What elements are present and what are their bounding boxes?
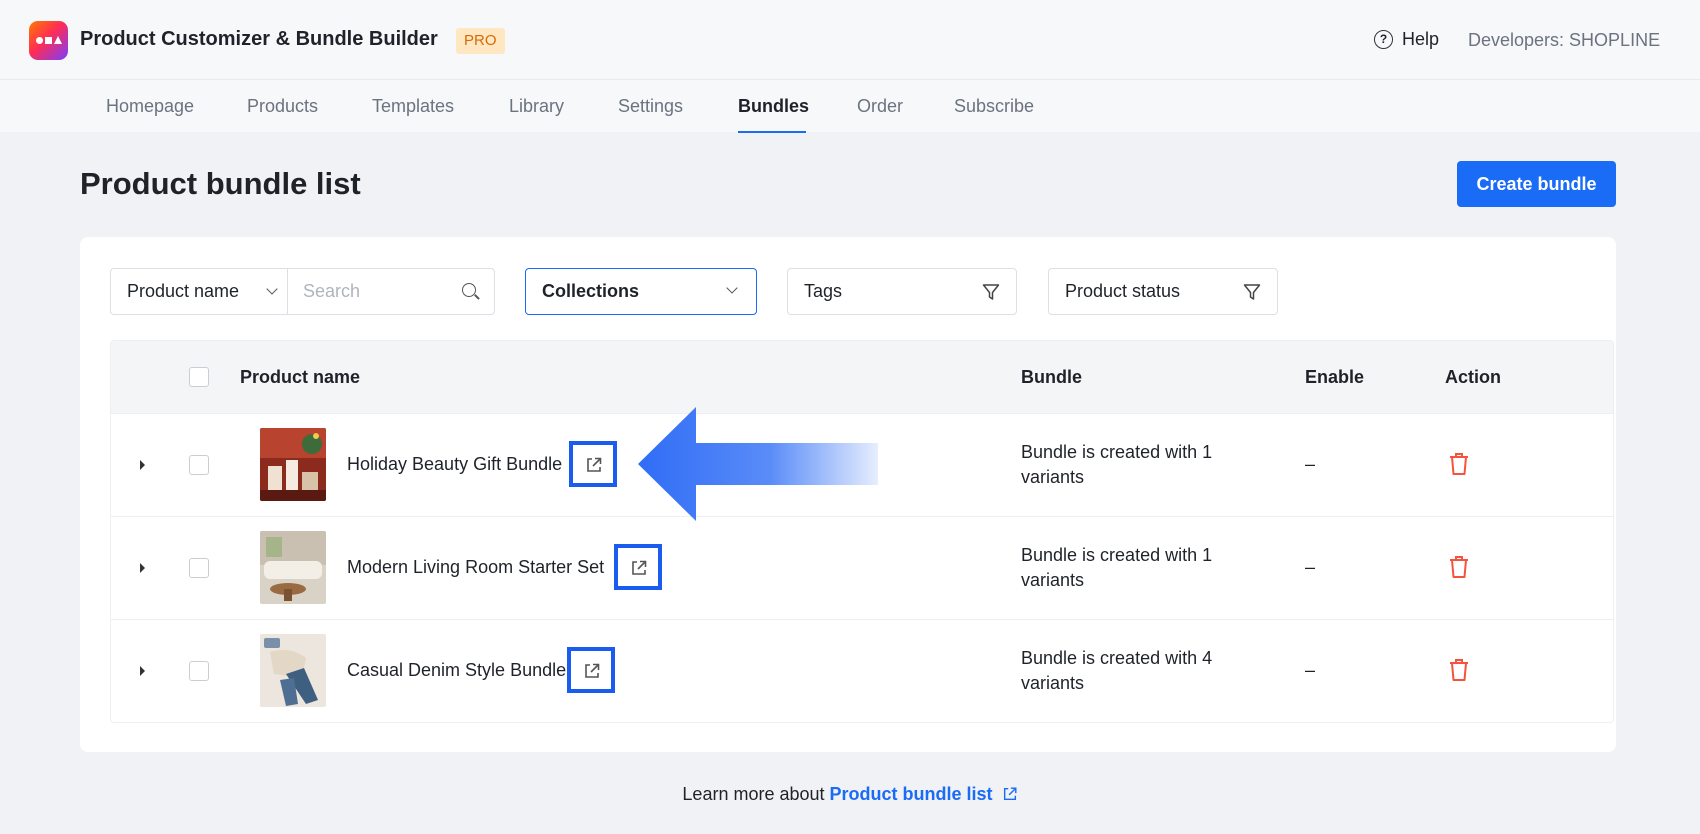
tab-settings[interactable]: Settings bbox=[618, 96, 683, 117]
tab-products[interactable]: Products bbox=[247, 96, 318, 117]
enable-value: – bbox=[1305, 454, 1316, 474]
chevron-down-icon bbox=[726, 282, 738, 294]
bundle-info: Bundle is created with 4 variants bbox=[1021, 648, 1213, 693]
trash-icon[interactable] bbox=[1448, 451, 1470, 477]
external-link-icon[interactable] bbox=[569, 441, 617, 487]
help-label: Help bbox=[1402, 29, 1440, 49]
tab-templates[interactable]: Templates bbox=[372, 96, 454, 117]
chevron-down-icon bbox=[266, 283, 278, 295]
external-link-icon bbox=[1003, 787, 1017, 801]
tab-bundles[interactable]: Bundles bbox=[738, 96, 809, 117]
tab-library[interactable]: Library bbox=[509, 96, 564, 117]
arrow-annotation-icon bbox=[638, 407, 878, 521]
filter-icon bbox=[982, 284, 1000, 300]
product-status-filter[interactable]: Product status bbox=[1048, 268, 1278, 315]
bundle-info: Bundle is created with 1 variants bbox=[1021, 545, 1213, 590]
active-tab-indicator bbox=[738, 131, 806, 133]
product-status-filter-label: Product status bbox=[1065, 281, 1181, 301]
trash-icon[interactable] bbox=[1448, 657, 1470, 683]
row-checkbox[interactable] bbox=[189, 558, 209, 578]
product-thumbnail bbox=[260, 531, 326, 604]
search-icon[interactable] bbox=[462, 283, 476, 297]
enable-value: – bbox=[1305, 660, 1316, 680]
tags-filter-label: Tags bbox=[804, 281, 843, 301]
row-checkbox[interactable] bbox=[189, 455, 209, 475]
product-thumbnail bbox=[260, 634, 326, 707]
developers-label: Developers: SHOPLINE bbox=[1468, 30, 1661, 50]
help-link[interactable]: ? Help bbox=[1374, 29, 1439, 50]
expand-caret-icon[interactable] bbox=[140, 460, 145, 470]
row-checkbox[interactable] bbox=[189, 661, 209, 681]
footer-link[interactable]: Product bundle list bbox=[830, 784, 1018, 804]
bundle-info: Bundle is created with 1 variants bbox=[1021, 442, 1213, 487]
tags-filter[interactable]: Tags bbox=[787, 268, 1017, 315]
column-header-product-name: Product name bbox=[240, 367, 361, 387]
external-link-icon[interactable] bbox=[614, 544, 662, 590]
tab-subscribe[interactable]: Subscribe bbox=[954, 96, 1034, 117]
table-row: Casual Denim Style Bundle Bundle is crea… bbox=[111, 619, 1613, 722]
bundle-table: Product name Bundle Enable Action Holida… bbox=[110, 340, 1614, 723]
page-title: Product bundle list bbox=[80, 166, 361, 201]
collections-select[interactable]: Collections bbox=[525, 268, 757, 315]
expand-caret-icon[interactable] bbox=[140, 563, 145, 573]
filter-icon bbox=[1243, 284, 1261, 300]
column-header-bundle: Bundle bbox=[1021, 367, 1082, 387]
external-link-icon[interactable] bbox=[567, 647, 615, 693]
search-field-select[interactable]: Product name bbox=[111, 269, 288, 314]
collections-select-value: Collections bbox=[542, 281, 640, 301]
footer-link-label: Product bundle list bbox=[829, 784, 993, 804]
column-header-enable: Enable bbox=[1305, 367, 1365, 387]
trash-icon[interactable] bbox=[1448, 554, 1470, 580]
table-header: Product name Bundle Enable Action bbox=[111, 341, 1613, 413]
help-icon: ? bbox=[1374, 30, 1393, 49]
pro-badge: PRO bbox=[456, 28, 505, 54]
footer-help: Learn more about Product bundle list bbox=[0, 784, 1700, 805]
logo-icon bbox=[29, 21, 68, 60]
app-header: Product Customizer & Bundle Builder PRO … bbox=[0, 0, 1700, 80]
search-filter-group: Product name bbox=[110, 268, 495, 315]
expand-caret-icon[interactable] bbox=[140, 666, 145, 676]
table-row: Modern Living Room Starter Set Bundle is… bbox=[111, 516, 1613, 619]
search-field-select-value: Product name bbox=[127, 281, 240, 301]
create-bundle-button[interactable]: Create bundle bbox=[1457, 161, 1616, 207]
enable-value: – bbox=[1305, 557, 1316, 577]
product-thumbnail bbox=[260, 428, 326, 501]
column-header-action: Action bbox=[1445, 367, 1501, 387]
select-all-checkbox[interactable] bbox=[189, 367, 209, 387]
main-nav: Homepage Products Templates Library Sett… bbox=[0, 80, 1700, 133]
product-name: Holiday Beauty Gift Bundle bbox=[347, 454, 563, 474]
app-title: Product Customizer & Bundle Builder bbox=[80, 28, 438, 50]
product-name: Casual Denim Style Bundle bbox=[347, 660, 567, 680]
footer-prefix: Learn more about bbox=[682, 784, 825, 804]
tab-order[interactable]: Order bbox=[857, 96, 903, 117]
tab-homepage[interactable]: Homepage bbox=[106, 96, 194, 117]
product-name: Modern Living Room Starter Set bbox=[347, 557, 605, 577]
search-field-wrapper bbox=[288, 269, 494, 314]
